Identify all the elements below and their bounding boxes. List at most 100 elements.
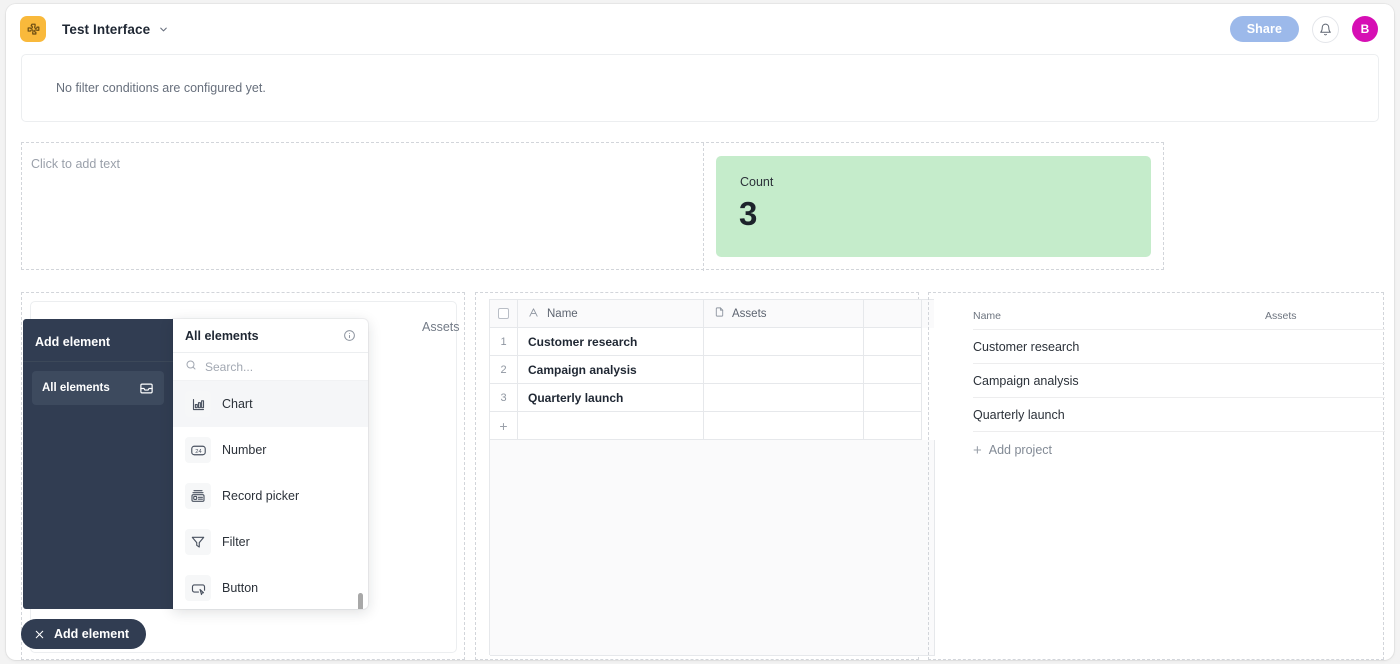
close-x-icon xyxy=(34,629,45,640)
grid-table: Name Assets 1 Customer research 2 Campai… xyxy=(489,299,935,656)
list-item[interactable]: Customer research xyxy=(973,330,1385,364)
bar-chart-icon xyxy=(185,391,211,417)
cell-trailing xyxy=(864,328,922,356)
popover-scrollbar[interactable] xyxy=(358,593,363,609)
list-item-label: Campaign analysis xyxy=(973,373,1079,388)
row-number-cell[interactable]: 2 xyxy=(490,356,518,384)
cell-name-text: Campaign analysis xyxy=(528,362,637,377)
popover-header: All elements xyxy=(173,319,368,353)
list-item-label: Quarterly launch xyxy=(973,407,1065,422)
add-element-button[interactable]: Add element xyxy=(21,619,147,649)
interface-canvas: No filter conditions are configured yet.… xyxy=(6,54,1394,660)
cell-name-text: Quarterly launch xyxy=(528,390,624,405)
element-item-label: Number xyxy=(222,443,267,457)
chevron-down-icon[interactable] xyxy=(158,24,169,35)
text-element-cell[interactable]: Click to add text xyxy=(22,143,703,271)
element-item-label: Record picker xyxy=(222,489,300,503)
cell-name[interactable]: Quarterly launch xyxy=(518,384,704,412)
add-row-assets-cell[interactable] xyxy=(704,412,864,440)
text-field-icon xyxy=(528,307,539,321)
table-row[interactable]: 3 Quarterly launch xyxy=(490,384,934,412)
info-circle-icon[interactable] xyxy=(343,329,356,342)
share-button[interactable]: Share xyxy=(1229,16,1299,42)
table-row[interactable]: 2 Campaign analysis xyxy=(490,356,934,384)
avatar[interactable]: B xyxy=(1352,16,1378,42)
select-all-checkbox[interactable] xyxy=(498,308,509,319)
count-label: Count xyxy=(740,175,774,189)
background-card-assets-label: Assets xyxy=(422,320,460,334)
element-item-number[interactable]: 24 Number xyxy=(173,427,368,473)
count-widget[interactable]: Count 3 xyxy=(716,156,1151,257)
add-project-label: Add project xyxy=(988,443,1052,457)
add-text-placeholder[interactable]: Click to add text xyxy=(31,157,120,171)
text-and-count-section: Click to add text Count 3 xyxy=(21,142,1164,271)
cell-trailing xyxy=(864,356,922,384)
add-row-name-cell[interactable] xyxy=(518,412,704,440)
svg-text:24: 24 xyxy=(195,448,202,454)
search-icon xyxy=(185,358,197,376)
grid-header-row: Name Assets xyxy=(490,300,934,328)
cell-name[interactable]: Campaign analysis xyxy=(518,356,704,384)
attachment-file-icon xyxy=(714,306,725,321)
add-element-panel: Add element All elements xyxy=(23,319,173,609)
cell-assets[interactable] xyxy=(704,328,864,356)
list-item[interactable]: Quarterly launch xyxy=(973,398,1385,432)
column-header-assets[interactable]: Assets xyxy=(704,300,864,328)
cell-name[interactable]: Customer research xyxy=(518,328,704,356)
element-cell-center: Name Assets 1 Customer research 2 Campai… xyxy=(475,292,935,660)
select-all-cell[interactable] xyxy=(490,300,518,328)
add-row[interactable]: + xyxy=(490,412,934,440)
row-number-cell[interactable]: 3 xyxy=(490,384,518,412)
row-number: 2 xyxy=(500,363,507,376)
column-header-assets-label: Assets xyxy=(732,307,767,320)
top-bar-actions: Share B xyxy=(1229,15,1378,43)
cell-assets[interactable] xyxy=(704,356,864,384)
element-picker-popover: All elements Search... Chart 24 Number R… xyxy=(173,319,368,609)
sidebar-item-all-elements[interactable]: All elements xyxy=(32,371,164,405)
section-divider xyxy=(703,143,704,271)
element-item-label: Filter xyxy=(222,535,250,549)
row-number: 3 xyxy=(500,391,507,404)
column-header-name-label: Name xyxy=(547,307,578,320)
list-item-label: Customer research xyxy=(973,339,1080,354)
panel-divider xyxy=(23,361,173,362)
list-header-assets: Assets xyxy=(1265,310,1297,322)
element-item-button[interactable]: Button xyxy=(173,565,368,609)
search-row[interactable] xyxy=(173,353,368,381)
element-cell-right: Name Assets Customer research Campaign a… xyxy=(928,292,1385,660)
bell-icon[interactable] xyxy=(1312,15,1339,43)
row-number: 1 xyxy=(500,335,507,348)
funnel-icon xyxy=(185,529,211,555)
add-row-cell[interactable]: + xyxy=(490,412,518,440)
add-column-cell[interactable] xyxy=(864,300,922,328)
record-picker-icon xyxy=(185,483,211,509)
table-row[interactable]: 1 Customer research xyxy=(490,328,934,356)
element-item-record-picker[interactable]: Record picker xyxy=(173,473,368,519)
element-item-label: Button xyxy=(222,581,259,595)
list-header-name: Name xyxy=(973,310,1002,322)
element-item-filter[interactable]: Filter xyxy=(173,519,368,565)
cell-assets[interactable] xyxy=(704,384,864,412)
popover-title: All elements xyxy=(185,328,259,343)
add-row-trailing xyxy=(864,412,922,440)
sidebar-item-label: All elements xyxy=(42,382,110,394)
plus-icon: + xyxy=(499,417,508,434)
plus-icon: + xyxy=(973,441,982,459)
app-window: Test Interface Share B No filter conditi… xyxy=(6,4,1394,660)
list-header: Name Assets xyxy=(973,303,1385,330)
cell-name-text: Customer research xyxy=(528,334,638,349)
add-element-panel-title: Add element xyxy=(35,335,111,349)
element-list: Chart 24 Number Record picker Filter But… xyxy=(173,381,368,609)
list-item[interactable]: Campaign analysis xyxy=(973,364,1385,398)
filter-empty-text: No filter conditions are configured yet. xyxy=(56,81,266,95)
column-header-name[interactable]: Name xyxy=(518,300,704,328)
add-project-button[interactable]: + Add project xyxy=(973,432,1385,464)
element-item-chart[interactable]: Chart xyxy=(173,381,368,427)
row-number-cell[interactable]: 1 xyxy=(490,328,518,356)
element-item-label: Chart xyxy=(222,397,253,411)
grid-empty-area xyxy=(490,440,935,656)
search-input[interactable] xyxy=(205,359,345,374)
filter-section[interactable]: No filter conditions are configured yet. xyxy=(21,54,1379,122)
button-cursor-icon xyxy=(185,575,211,601)
top-bar: Test Interface Share B xyxy=(6,4,1394,54)
